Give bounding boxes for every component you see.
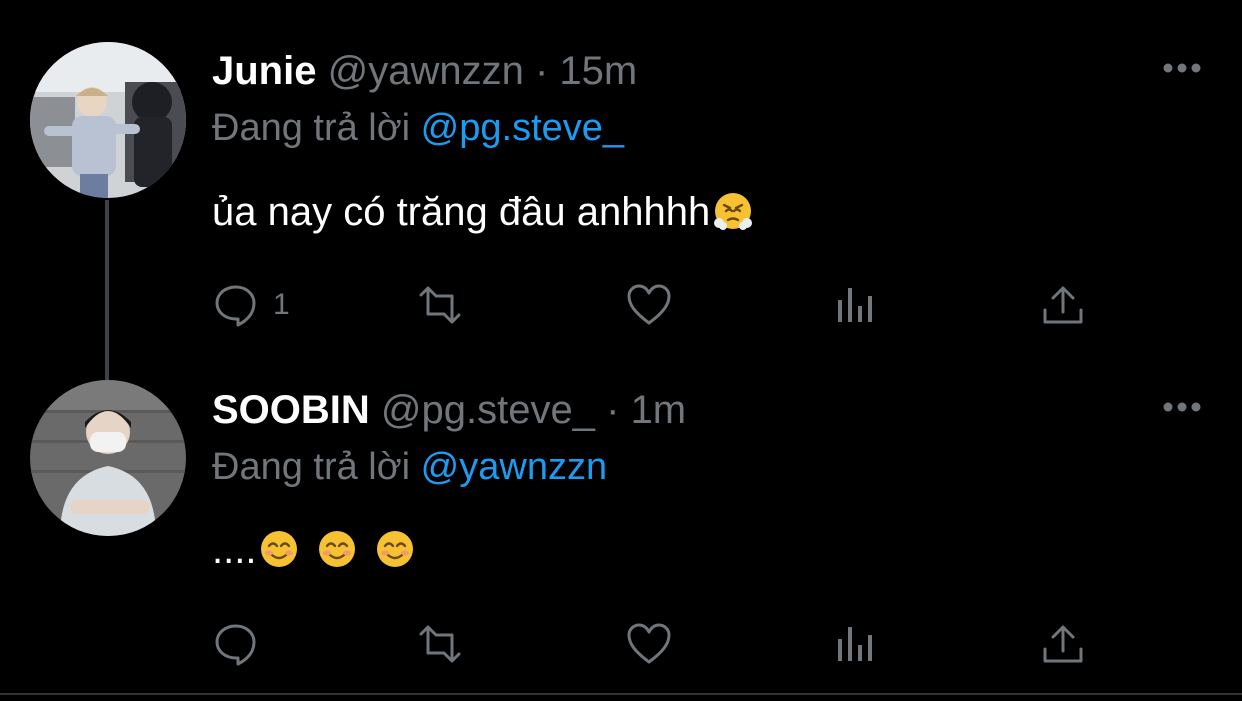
- share-button[interactable]: [1040, 619, 1086, 669]
- author-name[interactable]: SOOBIN: [212, 388, 370, 432]
- analytics-icon: [838, 627, 872, 661]
- tweet-header: SOOBIN @pg.steve_ · 1m: [212, 386, 686, 434]
- retweet-icon: [419, 286, 461, 324]
- separator-dot: ·: [606, 388, 620, 432]
- tweet-header: Junie @yawnzzn · 15m: [212, 47, 637, 95]
- share-icon: [1043, 286, 1083, 324]
- face-with-steam-from-nose-icon: [714, 193, 753, 230]
- avatar[interactable]: [30, 380, 186, 536]
- replying-to-label: Đang trả lời: [212, 446, 411, 488]
- divider: [0, 693, 1242, 695]
- tweet-actions: [0, 619, 1242, 669]
- like-button[interactable]: [626, 619, 672, 669]
- tweet-text: ủa nay có trăng đâu anhhhh: [212, 188, 754, 236]
- analytics-button[interactable]: [834, 619, 880, 669]
- reply-button[interactable]: [213, 619, 259, 669]
- tweet-text-content: ....: [212, 528, 257, 572]
- smiling-face-with-smiling-eyes-icon: [261, 531, 298, 567]
- replying-to-mention[interactable]: @pg.steve_: [421, 107, 624, 149]
- tweet-text-content: ủa nay có trăng đâu anhhhh: [212, 190, 711, 234]
- tweet-2[interactable]: SOOBIN @pg.steve_ · 1m Đang trả lời @yaw…: [0, 340, 1242, 696]
- retweet-icon: [419, 625, 461, 663]
- share-icon: [1043, 625, 1083, 663]
- author-name[interactable]: Junie: [212, 49, 316, 93]
- heart-icon: [627, 284, 671, 325]
- replying-to: Đang trả lời @yawnzzn: [212, 444, 607, 490]
- tweet-text: ....: [212, 526, 416, 574]
- replying-to-mention[interactable]: @yawnzzn: [421, 446, 607, 488]
- analytics-icon: [838, 288, 872, 322]
- reply-count: 1: [273, 288, 290, 321]
- analytics-button[interactable]: [834, 280, 880, 330]
- like-button[interactable]: [626, 280, 672, 330]
- tweet-actions: 1: [0, 280, 1242, 330]
- author-handle[interactable]: @pg.steve_: [381, 388, 595, 432]
- smiling-face-with-smiling-eyes-icon: [377, 531, 414, 567]
- more-options-icon[interactable]: [1162, 62, 1202, 74]
- smiling-face-with-smiling-eyes-icon: [319, 531, 356, 567]
- tweet-1[interactable]: Junie @yawnzzn · 15m Đang trả lời @pg.st…: [0, 0, 1242, 380]
- retweet-button[interactable]: [417, 280, 463, 330]
- separator-dot: ·: [534, 49, 549, 93]
- heart-icon: [627, 623, 671, 664]
- reply-button[interactable]: 1: [213, 280, 290, 330]
- timestamp[interactable]: 1m: [631, 388, 687, 432]
- share-button[interactable]: [1040, 280, 1086, 330]
- reply-icon: [215, 624, 256, 666]
- author-handle[interactable]: @yawnzzn: [328, 49, 524, 93]
- retweet-button[interactable]: [417, 619, 463, 669]
- more-options-icon[interactable]: [1162, 401, 1202, 413]
- reply-icon: [215, 285, 256, 327]
- replying-to-label: Đang trả lời: [212, 107, 411, 149]
- timestamp[interactable]: 15m: [559, 49, 637, 93]
- avatar[interactable]: [30, 42, 186, 198]
- replying-to: Đang trả lời @pg.steve_: [212, 105, 624, 151]
